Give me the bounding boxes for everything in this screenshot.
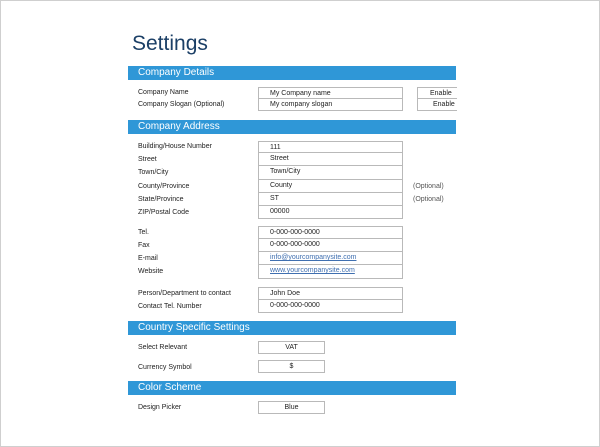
website-label: Website bbox=[138, 268, 164, 275]
page-title: Settings bbox=[132, 32, 208, 55]
spreadsheet-sheet: Settings Company Details Company Name My… bbox=[0, 0, 600, 447]
contact-tel-field[interactable]: 0-000-000-0000 bbox=[258, 300, 403, 313]
county-label: County/Province bbox=[138, 183, 190, 190]
company-name-field[interactable]: My Company name bbox=[258, 87, 403, 99]
fax-field[interactable]: 0-000-000-0000 bbox=[258, 239, 403, 252]
design-picker-field[interactable]: Blue bbox=[258, 401, 325, 414]
street-label: Street bbox=[138, 156, 157, 163]
county-optional-note: (Optional) bbox=[413, 183, 444, 190]
section-label: Country Specific Settings bbox=[138, 322, 250, 333]
state-optional-note: (Optional) bbox=[413, 196, 444, 203]
contact-tel-label: Contact Tel. Number bbox=[138, 303, 202, 310]
email-field[interactable]: info@yourcompanysite.com bbox=[258, 252, 403, 265]
town-field[interactable]: Town/City bbox=[258, 166, 403, 180]
section-header-color-scheme: Color Scheme bbox=[128, 381, 456, 395]
email-label: E-mail bbox=[138, 255, 158, 262]
person-label: Person/Department to contact bbox=[138, 290, 231, 297]
town-label: Town/City bbox=[138, 169, 169, 176]
zip-label: ZIP/Postal Code bbox=[138, 209, 189, 216]
state-label: State/Province bbox=[138, 196, 184, 203]
currency-symbol-field[interactable]: $ bbox=[258, 360, 325, 373]
enable-name-cell[interactable]: Enable bbox=[417, 87, 457, 99]
website-field[interactable]: www.yourcompanysite.com bbox=[258, 265, 403, 279]
design-picker-label: Design Picker bbox=[138, 404, 182, 411]
fax-label: Fax bbox=[138, 242, 150, 249]
company-slogan-label: Company Slogan (Optional) bbox=[138, 101, 225, 108]
person-field[interactable]: John Doe bbox=[258, 287, 403, 300]
section-label: Company Address bbox=[138, 121, 220, 132]
section-label: Company Details bbox=[138, 67, 215, 78]
street-field[interactable]: Street bbox=[258, 153, 403, 166]
company-slogan-field[interactable]: My company slogan bbox=[258, 99, 403, 111]
building-field[interactable]: 111 bbox=[258, 141, 403, 153]
building-label: Building/House Number bbox=[138, 143, 212, 150]
company-name-label: Company Name bbox=[138, 89, 189, 96]
section-header-company-address: Company Address bbox=[128, 120, 456, 134]
tel-field[interactable]: 0-000-000-0000 bbox=[258, 226, 403, 239]
section-label: Color Scheme bbox=[138, 382, 202, 393]
county-field[interactable]: County bbox=[258, 180, 403, 193]
select-relevant-field[interactable]: VAT bbox=[258, 341, 325, 354]
currency-symbol-label: Currency Symbol bbox=[138, 364, 192, 371]
section-header-country-settings: Country Specific Settings bbox=[128, 321, 456, 335]
enable-slogan-cell[interactable]: Enable bbox=[417, 99, 457, 111]
select-relevant-label: Select Relevant bbox=[138, 344, 188, 351]
state-field[interactable]: ST bbox=[258, 193, 403, 206]
section-header-company-details: Company Details bbox=[128, 66, 456, 80]
tel-label: Tel. bbox=[138, 229, 149, 236]
zip-field[interactable]: 00000 bbox=[258, 206, 403, 219]
